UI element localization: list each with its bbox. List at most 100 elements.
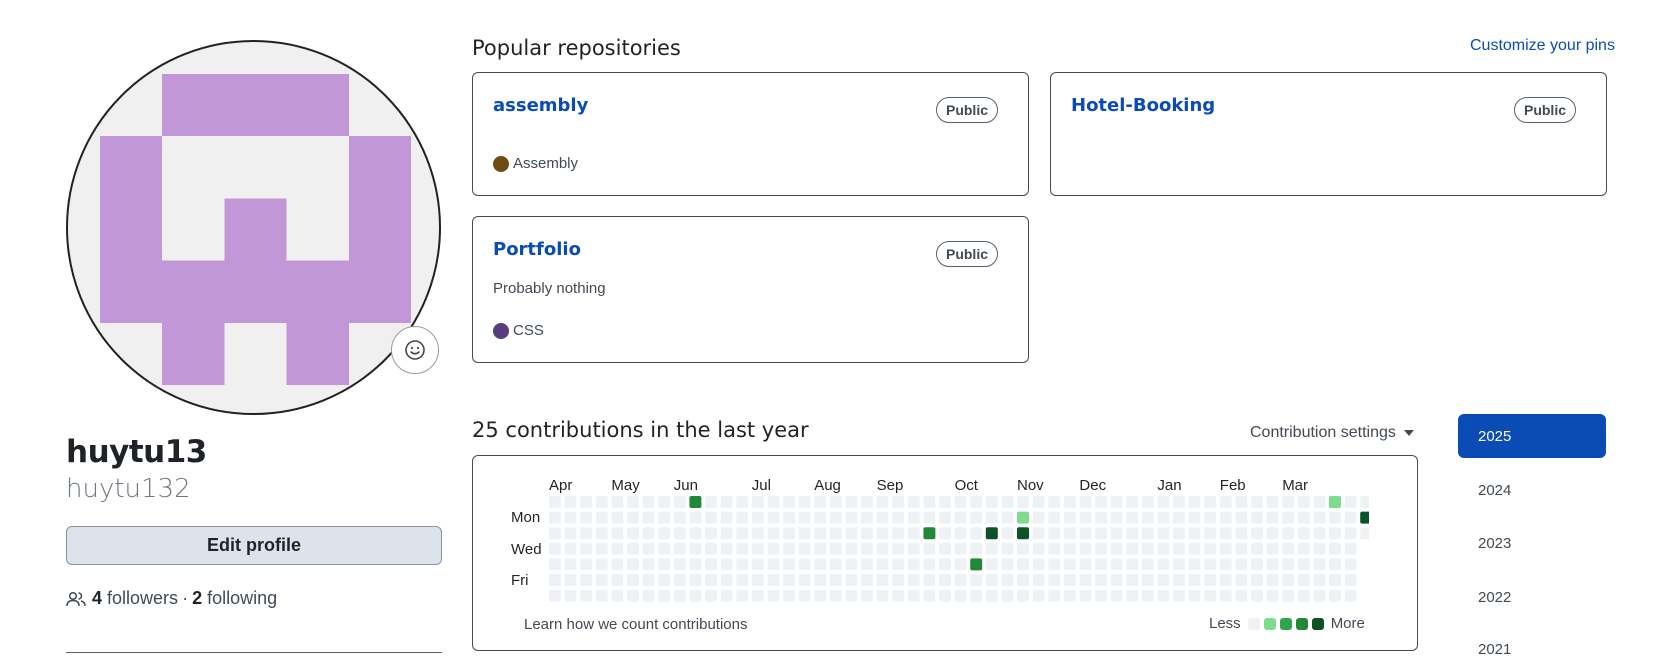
contribution-day[interactable] <box>1266 496 1279 508</box>
contribution-day[interactable] <box>689 558 702 571</box>
contribution-day[interactable] <box>1297 574 1310 586</box>
contribution-day[interactable] <box>798 542 811 555</box>
contribution-day[interactable] <box>1110 574 1123 586</box>
contribution-day[interactable] <box>580 558 593 571</box>
contribution-day[interactable] <box>1063 511 1076 524</box>
contribution-day[interactable] <box>985 558 998 571</box>
contribution-day[interactable] <box>829 511 842 524</box>
contribution-day[interactable] <box>689 542 702 555</box>
contribution-day[interactable] <box>705 542 717 555</box>
contribution-day[interactable] <box>1251 542 1263 555</box>
contribution-day[interactable] <box>845 558 858 571</box>
contribution-day[interactable] <box>1188 527 1201 540</box>
contribution-day[interactable] <box>1219 511 1232 524</box>
contribution-day[interactable] <box>954 527 967 540</box>
contribution-day[interactable] <box>549 527 561 540</box>
contribution-day[interactable] <box>861 574 873 586</box>
repo-link[interactable]: Portfolio <box>493 239 581 260</box>
contribution-day[interactable] <box>751 527 764 540</box>
contribution-day[interactable] <box>1235 589 1248 602</box>
contribution-day[interactable] <box>1079 527 1092 540</box>
contribution-day[interactable] <box>923 542 936 555</box>
contribution-day[interactable] <box>1173 527 1185 540</box>
year-link-2021[interactable]: 2021 <box>1458 627 1606 665</box>
contribution-day[interactable] <box>689 589 702 602</box>
contribution-day[interactable] <box>829 558 842 571</box>
contribution-day[interactable] <box>595 558 608 571</box>
contribution-day[interactable] <box>892 574 905 586</box>
contribution-day[interactable] <box>970 574 983 586</box>
contribution-day[interactable] <box>1219 542 1232 555</box>
contribution-day[interactable] <box>1001 527 1014 540</box>
contribution-day[interactable] <box>1188 574 1201 586</box>
contribution-day[interactable] <box>970 542 983 555</box>
contribution-day[interactable] <box>720 527 733 540</box>
contribution-day[interactable] <box>1235 542 1248 555</box>
contribution-day[interactable] <box>705 496 717 508</box>
contribution-day[interactable] <box>1079 496 1092 508</box>
contribution-day[interactable] <box>1313 542 1326 555</box>
contribution-day[interactable] <box>1282 574 1295 586</box>
contribution-day[interactable] <box>1048 558 1061 571</box>
contribution-day[interactable] <box>1095 574 1107 586</box>
avatar[interactable] <box>66 40 441 415</box>
contribution-day[interactable] <box>673 589 686 602</box>
contribution-day[interactable] <box>751 589 764 602</box>
year-link-2023[interactable]: 2023 <box>1458 521 1606 565</box>
contribution-day[interactable] <box>861 558 873 571</box>
contribution-day[interactable] <box>1235 496 1248 508</box>
contribution-day[interactable] <box>1063 558 1076 571</box>
contribution-day[interactable] <box>970 589 983 602</box>
contribution-day[interactable] <box>1032 496 1045 508</box>
contribution-day[interactable] <box>892 589 905 602</box>
contribution-day[interactable] <box>923 574 936 586</box>
contribution-day[interactable] <box>611 527 624 540</box>
contribution-day[interactable] <box>1313 496 1326 508</box>
contribution-day[interactable] <box>580 574 593 586</box>
contribution-day[interactable] <box>1048 527 1061 540</box>
contribution-day[interactable] <box>720 589 733 602</box>
contribution-day[interactable] <box>564 542 577 555</box>
contribution-day[interactable] <box>1235 574 1248 586</box>
contribution-day[interactable] <box>783 527 795 540</box>
contribution-day[interactable] <box>658 511 671 524</box>
contribution-day[interactable] <box>1126 589 1139 602</box>
contribution-day[interactable] <box>1266 589 1279 602</box>
contribution-day[interactable] <box>705 574 717 586</box>
contribution-day[interactable] <box>954 511 967 524</box>
contribution-day[interactable] <box>1001 589 1014 602</box>
contribution-day[interactable] <box>876 574 889 586</box>
contribution-day[interactable] <box>1188 589 1201 602</box>
contribution-day[interactable] <box>580 527 593 540</box>
year-link-2024[interactable]: 2024 <box>1458 468 1606 512</box>
contribution-day[interactable] <box>1095 558 1107 571</box>
contribution-day[interactable] <box>1126 542 1139 555</box>
contribution-day[interactable] <box>1204 589 1217 602</box>
set-status-button[interactable] <box>391 326 439 374</box>
contribution-day[interactable] <box>939 589 951 602</box>
contribution-day[interactable] <box>751 574 764 586</box>
contribution-day[interactable] <box>1001 558 1014 571</box>
contribution-day[interactable] <box>814 589 827 602</box>
contribution-day[interactable] <box>1266 574 1279 586</box>
contribution-day[interactable] <box>845 527 858 540</box>
contribution-day[interactable] <box>767 496 780 508</box>
contribution-day[interactable] <box>1001 542 1014 555</box>
contribution-day[interactable] <box>939 574 951 586</box>
contribution-day[interactable] <box>876 527 889 540</box>
contribution-day[interactable] <box>814 511 827 524</box>
contribution-day[interactable] <box>1313 527 1326 540</box>
contribution-day[interactable] <box>1048 496 1061 508</box>
contribution-day[interactable] <box>939 496 951 508</box>
contribution-day[interactable] <box>1063 496 1076 508</box>
contribution-day[interactable] <box>876 558 889 571</box>
contribution-day[interactable] <box>1344 542 1357 555</box>
contribution-day[interactable] <box>1141 511 1154 524</box>
contribution-day[interactable] <box>783 589 795 602</box>
contribution-day[interactable] <box>1297 558 1310 571</box>
contribution-day[interactable] <box>673 558 686 571</box>
contribution-day[interactable] <box>954 574 967 586</box>
contribution-day[interactable] <box>1079 558 1092 571</box>
contribution-day[interactable] <box>549 589 561 602</box>
contribution-day[interactable] <box>1204 558 1217 571</box>
